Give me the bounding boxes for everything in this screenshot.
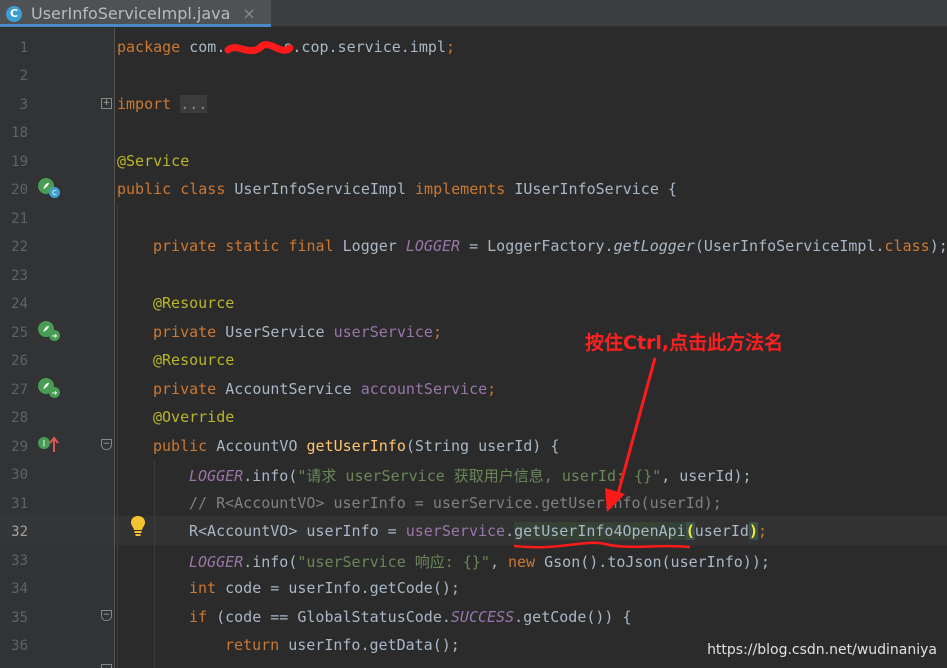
watermark: https://blog.csdn.net/wudinaniya [707, 642, 937, 658]
annotation-label: 按住Ctrl,点击此方法名 [585, 332, 784, 354]
annotation-arrow-shaft [616, 357, 657, 495]
annotation-arrowhead [605, 488, 625, 512]
redaction-scribble [224, 41, 294, 55]
method-underline [513, 541, 691, 549]
annotation-overlay [224, 41, 691, 549]
